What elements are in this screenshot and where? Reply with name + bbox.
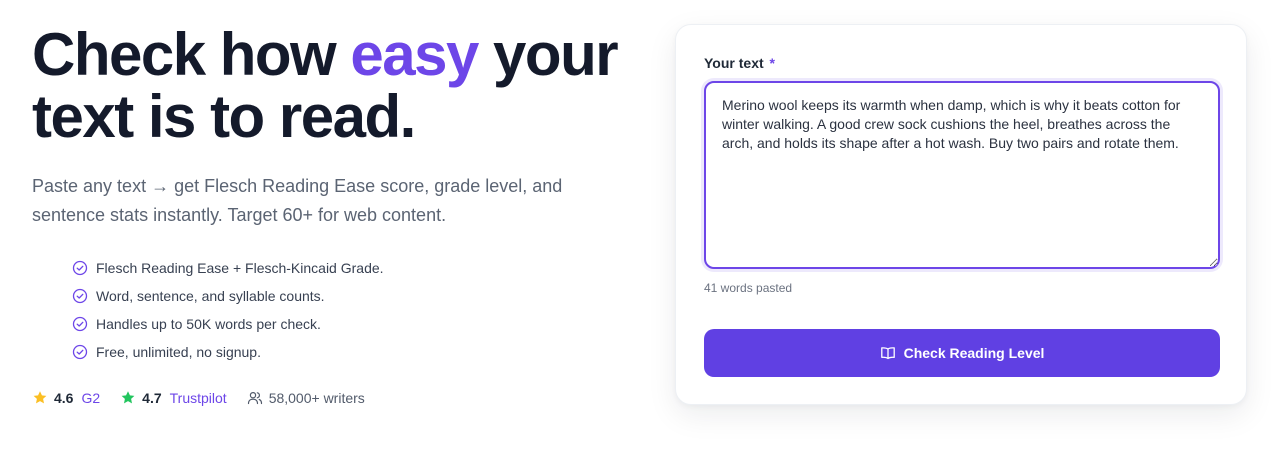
required-indicator: * [769,55,775,71]
check-reading-level-button[interactable]: Check Reading Level [704,329,1220,377]
feature-text: Handles up to 50K words per check. [96,316,321,332]
writer-count-text: 58,000+ writers [268,390,365,406]
text-input[interactable]: Merino wool keeps its warmth when damp, … [704,81,1220,269]
word-count-status: 41 words pasted [704,281,793,295]
text-field-label-text: Your text [704,55,764,71]
star-icon [120,390,136,406]
rating-score: 4.6 [54,390,74,406]
rating-score: 4.7 [142,390,162,406]
rating-g2: 4.6 G2 [32,390,100,406]
page: Check how easy your text is to read. Pas… [0,0,1280,471]
headline-accent-word: easy [350,21,479,88]
page-headline: Check how easy your text is to read. [32,24,652,148]
g2-link[interactable]: G2 [81,390,100,406]
feature-item: Handles up to 50K words per check. [72,310,652,338]
feature-item: Free, unlimited, no signup. [72,338,652,366]
star-icon [32,390,48,406]
rating-trustpilot: 4.7 Trustpilot [120,390,227,406]
check-circle-icon [72,316,88,332]
check-circle-icon [72,288,88,304]
feature-list: Flesch Reading Ease + Flesch-Kincaid Gra… [72,254,652,366]
hero-section: Check how easy your text is to read. Pas… [32,24,652,366]
check-circle-icon [72,260,88,276]
headline-text-start: Check how [32,21,351,88]
users-icon [247,390,263,406]
feature-item: Word, sentence, and syllable counts. [72,282,652,310]
check-circle-icon [72,344,88,360]
check-reading-level-label: Check Reading Level [903,345,1045,361]
hero-subhead: Paste any text → get Flesch Reading Ease… [32,176,563,225]
feature-text: Flesch Reading Ease + Flesch-Kincaid Gra… [96,260,384,276]
feature-text: Word, sentence, and syllable counts. [96,288,325,304]
book-open-icon [880,345,896,361]
trustpilot-link[interactable]: Trustpilot [170,390,227,406]
feature-text: Free, unlimited, no signup. [96,344,261,360]
text-field-label: Your text * [704,55,775,71]
writer-count: 58,000+ writers [247,390,365,406]
feature-item: Flesch Reading Ease + Flesch-Kincaid Gra… [72,254,652,282]
reading-check-form: Your text * Merino wool keeps its warmth… [675,24,1247,405]
ratings-row: 4.6 G2 4.7 Trustpilot 58,000+ writers [32,390,365,406]
